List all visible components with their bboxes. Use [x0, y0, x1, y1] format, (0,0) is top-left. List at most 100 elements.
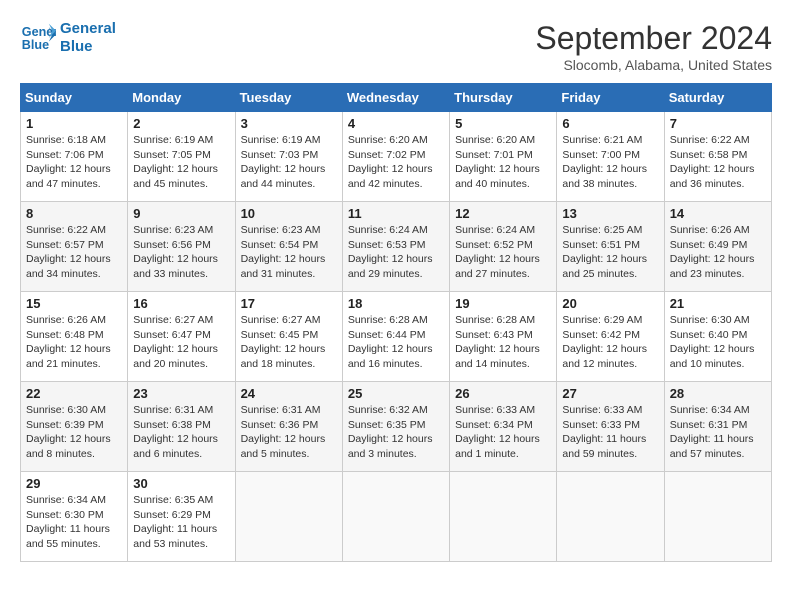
day-info: Sunrise: 6:31 AM Sunset: 6:38 PM Dayligh… — [133, 403, 229, 462]
weekday-header-wednesday: Wednesday — [342, 84, 449, 112]
logo-line2: Blue — [60, 38, 116, 56]
day-number: 17 — [241, 296, 337, 311]
logo-line1: General — [60, 20, 116, 38]
day-info: Sunrise: 6:25 AM Sunset: 6:51 PM Dayligh… — [562, 223, 658, 282]
day-info: Sunrise: 6:29 AM Sunset: 6:42 PM Dayligh… — [562, 313, 658, 372]
day-info: Sunrise: 6:26 AM Sunset: 6:49 PM Dayligh… — [670, 223, 766, 282]
day-number: 10 — [241, 206, 337, 221]
calendar-cell: 13 Sunrise: 6:25 AM Sunset: 6:51 PM Dayli… — [557, 202, 664, 292]
day-info: Sunrise: 6:23 AM Sunset: 6:56 PM Dayligh… — [133, 223, 229, 282]
calendar-cell: 27Sunrise: 6:33 AM Sunset: 6:33 PM Dayli… — [557, 382, 664, 472]
location-title: Slocomb, Alabama, United States — [535, 57, 772, 73]
day-number: 7 — [670, 116, 766, 131]
title-area: September 2024 Slocomb, Alabama, United … — [535, 20, 772, 73]
day-info: Sunrise: 6:28 AM Sunset: 6:44 PM Dayligh… — [348, 313, 444, 372]
day-info: Sunrise: 6:31 AM Sunset: 6:36 PM Dayligh… — [241, 403, 337, 462]
day-info: Sunrise: 6:32 AM Sunset: 6:35 PM Dayligh… — [348, 403, 444, 462]
day-info: Sunrise: 6:27 AM Sunset: 6:47 PM Dayligh… — [133, 313, 229, 372]
calendar: SundayMondayTuesdayWednesdayThursdayFrid… — [20, 83, 772, 562]
calendar-cell: 16 Sunrise: 6:27 AM Sunset: 6:47 PM Dayli… — [128, 292, 235, 382]
day-number: 25 — [348, 386, 444, 401]
day-info: Sunrise: 6:22 AM Sunset: 6:58 PM Dayligh… — [670, 133, 766, 192]
day-number: 19 — [455, 296, 551, 311]
calendar-cell: 18Sunrise: 6:28 AM Sunset: 6:44 PM Dayli… — [342, 292, 449, 382]
day-info: Sunrise: 6:28 AM Sunset: 6:43 PM Dayligh… — [455, 313, 551, 372]
weekday-header-sunday: Sunday — [21, 84, 128, 112]
day-number: 4 — [348, 116, 444, 131]
day-info: Sunrise: 6:34 AM Sunset: 6:31 PM Dayligh… — [670, 403, 766, 462]
header: General Blue General Blue September 2024… — [20, 20, 772, 73]
day-info: Sunrise: 6:30 AM Sunset: 6:40 PM Dayligh… — [670, 313, 766, 372]
day-info: Sunrise: 6:34 AM Sunset: 6:30 PM Dayligh… — [26, 493, 122, 552]
day-info: Sunrise: 6:18 AM Sunset: 7:06 PM Dayligh… — [26, 133, 122, 192]
calendar-week-row: 1 Sunrise: 6:18 AM Sunset: 7:06 PM Daylig… — [21, 112, 772, 202]
day-number: 11 — [348, 206, 444, 221]
day-number: 14 — [670, 206, 766, 221]
calendar-cell: 28 Sunrise: 6:34 AM Sunset: 6:31 PM Dayli… — [664, 382, 771, 472]
day-info: Sunrise: 6:33 AM Sunset: 6:34 PM Dayligh… — [455, 403, 551, 462]
calendar-cell: 2 Sunrise: 6:19 AM Sunset: 7:05 PM Daylig… — [128, 112, 235, 202]
calendar-cell: 11Sunrise: 6:24 AM Sunset: 6:53 PM Dayli… — [342, 202, 449, 292]
svg-text:Blue: Blue — [22, 38, 49, 52]
day-info: Sunrise: 6:26 AM Sunset: 6:48 PM Dayligh… — [26, 313, 122, 372]
day-number: 26 — [455, 386, 551, 401]
day-number: 6 — [562, 116, 658, 131]
day-number: 30 — [133, 476, 229, 491]
calendar-week-row: 15 Sunrise: 6:26 AM Sunset: 6:48 PM Dayli… — [21, 292, 772, 382]
weekday-header-thursday: Thursday — [450, 84, 557, 112]
calendar-cell: 17 Sunrise: 6:27 AM Sunset: 6:45 PM Dayli… — [235, 292, 342, 382]
calendar-cell: 14 Sunrise: 6:26 AM Sunset: 6:49 PM Dayli… — [664, 202, 771, 292]
weekday-header-friday: Friday — [557, 84, 664, 112]
day-number: 24 — [241, 386, 337, 401]
day-info: Sunrise: 6:27 AM Sunset: 6:45 PM Dayligh… — [241, 313, 337, 372]
day-number: 28 — [670, 386, 766, 401]
day-info: Sunrise: 6:35 AM Sunset: 6:29 PM Dayligh… — [133, 493, 229, 552]
calendar-cell: 20 Sunrise: 6:29 AM Sunset: 6:42 PM Dayli… — [557, 292, 664, 382]
day-info: Sunrise: 6:20 AM Sunset: 7:02 PM Dayligh… — [348, 133, 444, 192]
calendar-cell: 21Sunrise: 6:30 AM Sunset: 6:40 PM Dayli… — [664, 292, 771, 382]
calendar-cell: 4 Sunrise: 6:20 AM Sunset: 7:02 PM Daylig… — [342, 112, 449, 202]
day-info: Sunrise: 6:19 AM Sunset: 7:05 PM Dayligh… — [133, 133, 229, 192]
day-number: 13 — [562, 206, 658, 221]
calendar-cell — [450, 472, 557, 562]
day-number: 20 — [562, 296, 658, 311]
calendar-cell: 8Sunrise: 6:22 AM Sunset: 6:57 PM Daylig… — [21, 202, 128, 292]
day-number: 12 — [455, 206, 551, 221]
calendar-cell: 24 Sunrise: 6:31 AM Sunset: 6:36 PM Dayli… — [235, 382, 342, 472]
day-number: 8 — [26, 206, 122, 221]
logo-icon: General Blue — [20, 20, 56, 56]
calendar-cell: 15 Sunrise: 6:26 AM Sunset: 6:48 PM Dayli… — [21, 292, 128, 382]
day-number: 9 — [133, 206, 229, 221]
logo: General Blue General Blue — [20, 20, 116, 56]
calendar-cell — [342, 472, 449, 562]
day-number: 27 — [562, 386, 658, 401]
day-number: 23 — [133, 386, 229, 401]
weekday-header-saturday: Saturday — [664, 84, 771, 112]
calendar-cell: 7 Sunrise: 6:22 AM Sunset: 6:58 PM Daylig… — [664, 112, 771, 202]
day-number: 2 — [133, 116, 229, 131]
calendar-week-row: 8Sunrise: 6:22 AM Sunset: 6:57 PM Daylig… — [21, 202, 772, 292]
day-info: Sunrise: 6:24 AM Sunset: 6:52 PM Dayligh… — [455, 223, 551, 282]
calendar-cell: 25 Sunrise: 6:32 AM Sunset: 6:35 PM Dayli… — [342, 382, 449, 472]
weekday-header-monday: Monday — [128, 84, 235, 112]
calendar-cell — [557, 472, 664, 562]
calendar-cell: 5 Sunrise: 6:20 AM Sunset: 7:01 PM Daylig… — [450, 112, 557, 202]
calendar-cell: 26 Sunrise: 6:33 AM Sunset: 6:34 PM Dayli… — [450, 382, 557, 472]
day-number: 5 — [455, 116, 551, 131]
day-number: 22 — [26, 386, 122, 401]
day-number: 29 — [26, 476, 122, 491]
day-number: 15 — [26, 296, 122, 311]
calendar-week-row: 22Sunrise: 6:30 AM Sunset: 6:39 PM Dayli… — [21, 382, 772, 472]
day-number: 1 — [26, 116, 122, 131]
calendar-cell: 10Sunrise: 6:23 AM Sunset: 6:54 PM Dayli… — [235, 202, 342, 292]
day-info: Sunrise: 6:19 AM Sunset: 7:03 PM Dayligh… — [241, 133, 337, 192]
day-info: Sunrise: 6:20 AM Sunset: 7:01 PM Dayligh… — [455, 133, 551, 192]
day-number: 3 — [241, 116, 337, 131]
calendar-cell: 23 Sunrise: 6:31 AM Sunset: 6:38 PM Dayli… — [128, 382, 235, 472]
calendar-cell — [235, 472, 342, 562]
calendar-cell: 12 Sunrise: 6:24 AM Sunset: 6:52 PM Dayli… — [450, 202, 557, 292]
calendar-cell: 1 Sunrise: 6:18 AM Sunset: 7:06 PM Daylig… — [21, 112, 128, 202]
calendar-cell: 9 Sunrise: 6:23 AM Sunset: 6:56 PM Daylig… — [128, 202, 235, 292]
day-info: Sunrise: 6:21 AM Sunset: 7:00 PM Dayligh… — [562, 133, 658, 192]
day-number: 16 — [133, 296, 229, 311]
